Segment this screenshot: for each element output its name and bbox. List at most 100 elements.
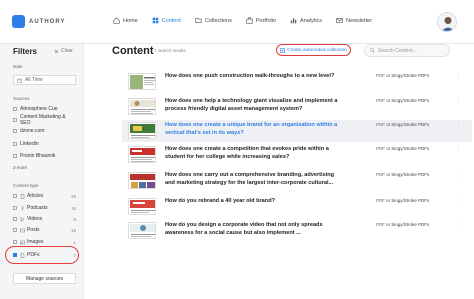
list-item[interactable]: How does one carry out a comprehensive b… xyxy=(122,170,472,192)
content-thumbnail xyxy=(128,222,156,239)
list-item[interactable]: How does one create a competition that e… xyxy=(122,144,472,166)
more-options-icon[interactable]: ⋮ xyxy=(456,222,461,228)
nav-label-collections: Collections xyxy=(204,17,232,24)
content-main-panel: Content 7 search results Create automate… xyxy=(84,44,474,299)
content-title[interactable]: How does one help a technology giant vis… xyxy=(165,98,340,113)
source-item[interactable]: Linkedin xyxy=(13,139,76,149)
page-title: Content xyxy=(112,45,154,57)
manage-sources-button[interactable]: Manage sources xyxy=(13,273,76,284)
folder-icon xyxy=(195,18,202,23)
source-checkbox[interactable] xyxy=(13,107,17,111)
list-item[interactable]: How do you design a corporate video that… xyxy=(122,220,472,242)
logo-text: AUTHORY xyxy=(29,18,66,25)
source-item[interactable]: Atmosphere Cue xyxy=(13,104,76,114)
source-label: Content Marketing & SEO xyxy=(19,114,66,126)
podcast-icon xyxy=(21,205,24,210)
clear-filters-button[interactable]: Clear xyxy=(54,48,73,54)
content-type-posts[interactable]: Posts 18 xyxy=(13,225,76,235)
source-checkbox[interactable] xyxy=(13,142,17,146)
source-name[interactable]: Singy/Stroke PDFs xyxy=(391,198,429,203)
video-icon xyxy=(20,216,25,222)
nav-item-content[interactable]: Content xyxy=(152,17,181,24)
avatar[interactable] xyxy=(437,12,457,32)
content-type-checkbox[interactable] xyxy=(13,240,17,244)
list-item[interactable]: How does one push construction walk-thro… xyxy=(122,71,472,93)
content-type-checkbox[interactable] xyxy=(13,228,17,232)
content-title[interactable]: How do you design a corporate video that… xyxy=(165,222,340,237)
source-name[interactable]: Singy/Stroke PDFs xyxy=(391,122,429,127)
source-name[interactable]: Singy/Stroke PDFs xyxy=(391,172,429,177)
more-options-icon[interactable]: ⋮ xyxy=(456,98,461,104)
more-options-icon[interactable]: ⋮ xyxy=(456,172,461,178)
content-title[interactable]: How do you rebrand a 40 year old brand? xyxy=(165,198,340,206)
image-icon xyxy=(20,240,25,244)
more-options-icon[interactable]: ⋮ xyxy=(456,146,461,152)
source-name[interactable]: Singy/Stroke PDFs xyxy=(391,73,429,78)
home-icon xyxy=(113,17,120,24)
source-name[interactable]: Singy/Stroke PDFs xyxy=(391,146,429,151)
source-prefix: PDF at xyxy=(376,222,391,227)
content-type-count: 25 xyxy=(70,193,76,199)
nav-item-portfolio[interactable]: Portfolio xyxy=(246,17,276,24)
content-thumbnail xyxy=(128,122,156,139)
top-navigation-bar: AUTHORY Home Content Collections Portfol… xyxy=(0,0,474,44)
nav-label-newsletter: Newsletter xyxy=(346,17,373,24)
content-type-checkbox[interactable] xyxy=(13,194,17,198)
list-item[interactable]: How does one help a technology giant vis… xyxy=(122,96,472,118)
nav-item-collections[interactable]: Collections xyxy=(195,17,232,24)
source-name[interactable]: Singy/Stroke PDFs xyxy=(391,222,429,227)
source-prefix: PDF at xyxy=(376,172,391,177)
grid-icon xyxy=(152,17,158,24)
content-title[interactable]: How does one create a unique brand for a… xyxy=(165,122,340,137)
nav-item-analytics[interactable]: Analytics xyxy=(290,17,322,24)
source-name[interactable]: Singy/Stroke PDFs xyxy=(391,98,429,103)
content-type-label: PDFs xyxy=(27,252,40,258)
content-source: PDF at Singy/Stroke PDFs xyxy=(376,222,429,227)
content-type-label: Articles xyxy=(27,193,44,199)
content-type-count: 1 xyxy=(73,239,76,245)
sources-section-label: Sources xyxy=(13,96,30,101)
source-checkbox[interactable] xyxy=(13,129,17,133)
content-source: PDF at Singy/Stroke PDFs xyxy=(376,73,429,78)
content-type-articles[interactable]: Articles 25 xyxy=(13,191,76,201)
content-type-checkbox[interactable] xyxy=(13,206,17,210)
source-item[interactable]: Pronin Bhaumik xyxy=(13,151,76,161)
content-type-checkbox[interactable] xyxy=(13,217,17,221)
list-item[interactable]: How does one create a unique brand for a… xyxy=(122,120,472,142)
content-type-podcasts[interactable]: Podcasts 15 xyxy=(13,203,76,213)
create-automated-collection-label: Create automated collection xyxy=(287,47,347,53)
list-item[interactable]: How do you rebrand a 40 year old brand? … xyxy=(122,196,472,218)
nav-label-analytics: Analytics xyxy=(300,17,323,24)
content-type-section-label: Content type xyxy=(13,183,39,188)
source-item[interactable]: dzone.com xyxy=(13,126,76,136)
search-input[interactable]: Search Content... xyxy=(364,44,450,57)
content-title[interactable]: How does one create a competition that e… xyxy=(165,146,340,161)
authory-logo[interactable]: AUTHORY xyxy=(12,15,65,28)
more-options-icon[interactable]: ⋮ xyxy=(456,122,461,128)
content-type-videos[interactable]: Videos 9 xyxy=(13,214,76,224)
more-options-icon[interactable]: ⋮ xyxy=(456,198,461,204)
thumbnail-image xyxy=(129,173,155,188)
content-title[interactable]: How does one carry out a comprehensive b… xyxy=(165,172,340,187)
nav-item-home[interactable]: Home xyxy=(113,17,138,24)
create-automated-collection-button[interactable]: Create automated collection xyxy=(276,44,351,56)
filters-title: Filters xyxy=(13,47,38,56)
clear-label: Clear xyxy=(61,48,73,54)
logo-mark-icon xyxy=(12,15,25,28)
source-prefix: PDF at xyxy=(376,146,391,151)
more-options-icon[interactable]: ⋮ xyxy=(456,73,461,79)
content-type-count: 18 xyxy=(70,227,76,233)
filters-sidebar: Filters Clear Date All Time Sources Atmo… xyxy=(0,44,84,299)
source-checkbox[interactable] xyxy=(13,118,17,122)
nav-item-newsletter[interactable]: Newsletter xyxy=(336,17,372,24)
result-count: 7 search results xyxy=(154,48,186,53)
date-range-select[interactable]: All Time xyxy=(13,75,76,85)
content-title[interactable]: How does one push construction walk-thro… xyxy=(165,73,340,81)
content-type-pdfs[interactable]: PDFs 7 xyxy=(13,250,76,260)
content-type-checkbox[interactable] xyxy=(13,253,17,257)
source-prefix: PDF at xyxy=(376,98,391,103)
source-item[interactable]: Content Marketing & SEO xyxy=(13,114,76,126)
source-checkbox[interactable] xyxy=(13,154,17,158)
more-sources-link[interactable]: 3 more xyxy=(13,165,27,170)
content-source: PDF at Singy/Stroke PDFs xyxy=(376,172,429,177)
